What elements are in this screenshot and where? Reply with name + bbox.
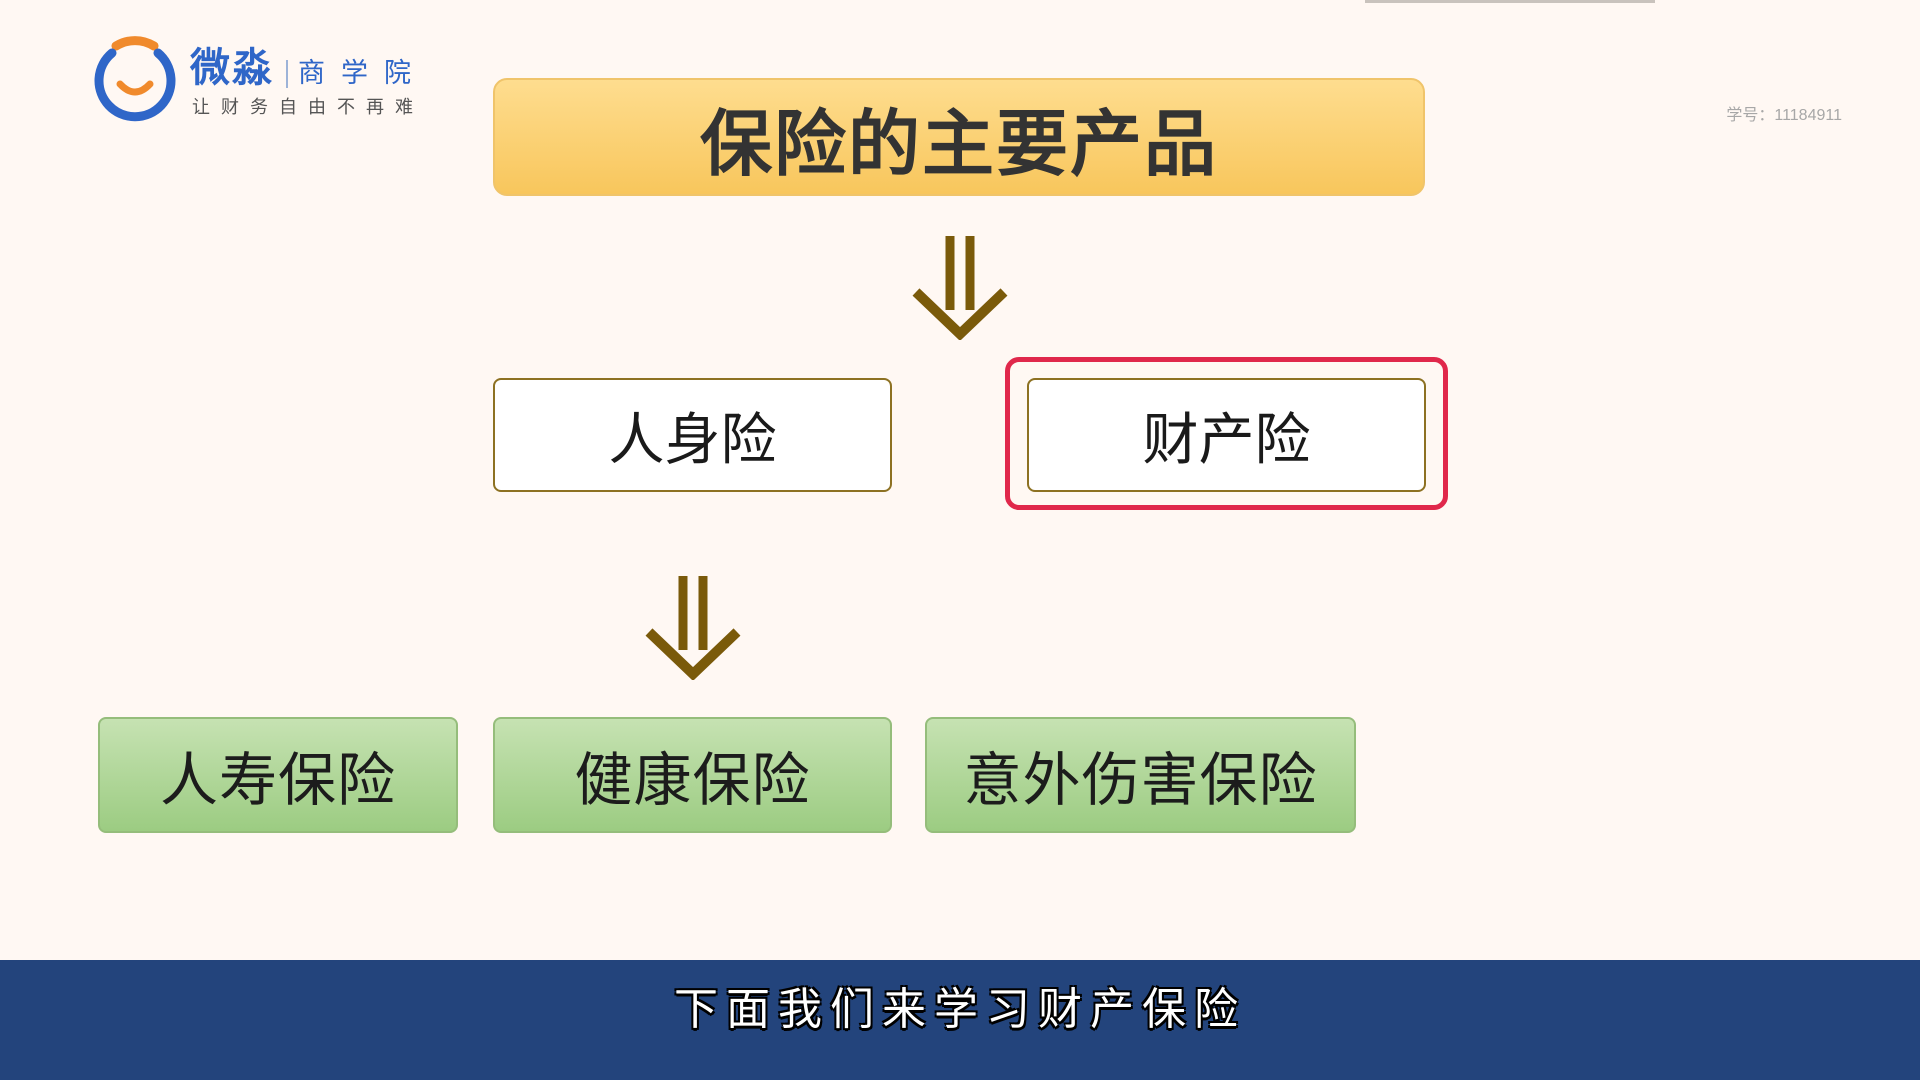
double-down-arrow-icon bbox=[645, 576, 741, 680]
logo-name: 微淼 bbox=[190, 45, 274, 91]
category-life-insurance[interactable]: 人身险 bbox=[493, 378, 892, 492]
category-property-insurance[interactable]: 财产险 bbox=[1027, 378, 1426, 492]
ring-smile-icon bbox=[94, 36, 176, 122]
slide-stage: 微淼 商学院 让财务自由不再难 学号：11184911 保险的主要产品 人身险 … bbox=[0, 0, 1920, 1080]
logo-separator bbox=[286, 60, 288, 88]
double-down-arrow-icon bbox=[912, 236, 1008, 340]
product-life-insurance[interactable]: 人寿保险 bbox=[98, 717, 458, 833]
subtitle-caption: 下面我们来学习财产保险 bbox=[674, 984, 1246, 1035]
top-tab-edge bbox=[1365, 0, 1655, 3]
student-id: 学号：11184911 bbox=[1726, 107, 1842, 124]
logo-tagline: 让财务自由不再难 bbox=[192, 97, 424, 118]
logo-sub: 商学院 bbox=[298, 58, 427, 89]
page-title: 保险的主要产品 bbox=[493, 78, 1425, 196]
logo: 微淼 商学院 让财务自由不再难 bbox=[90, 32, 440, 132]
product-accident-insurance[interactable]: 意外伤害保险 bbox=[925, 717, 1356, 833]
product-health-insurance[interactable]: 健康保险 bbox=[493, 717, 892, 833]
